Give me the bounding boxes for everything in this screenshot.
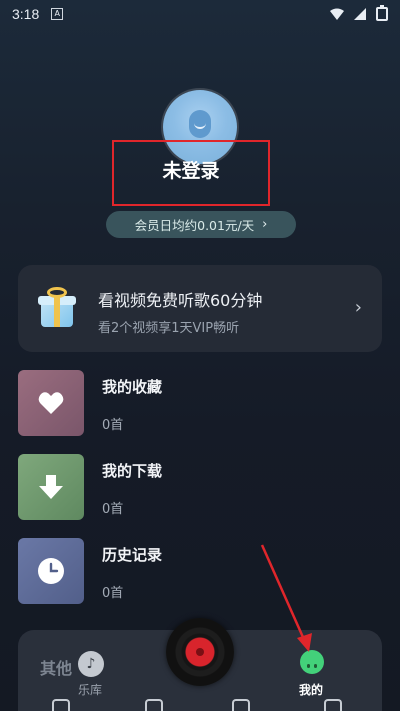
status-time: 3:18 — [12, 6, 40, 22]
mine-tab-icon[interactable] — [300, 650, 324, 674]
chevron-right-icon: › — [262, 217, 268, 232]
gift-icon — [38, 287, 76, 327]
notification-indicator-icon: A — [51, 8, 64, 20]
heart-icon — [38, 392, 64, 414]
list-item-title: 我的收藏 — [102, 378, 163, 396]
signal-icon — [354, 8, 366, 20]
list-item-count: 0首 — [102, 586, 124, 601]
bottom-navigation-bar: 其他 ♪ 乐库 我的 — [18, 618, 382, 711]
list-item-title: 我的下载 — [102, 462, 163, 480]
favorites-thumbnail — [18, 370, 84, 436]
edit-icon[interactable] — [145, 699, 163, 711]
list-item-downloads[interactable]: 我的下载 0首 — [18, 454, 382, 522]
download-arrow-icon — [39, 475, 63, 499]
bookmark-icon[interactable] — [324, 699, 342, 711]
vip-membership-pill[interactable]: 会员日均约0.01元/天 › — [106, 211, 296, 238]
list-item-history[interactable]: 历史记录 0首 — [18, 538, 382, 606]
video-reward-card[interactable]: 看视频免费听歌60分钟 看2个视频享1天VIP畅听 › — [18, 265, 382, 352]
promo-subtitle: 看2个视频享1天VIP畅听 — [98, 321, 240, 336]
music-note-icon[interactable]: ♪ — [78, 651, 104, 677]
history-thumbnail — [18, 538, 84, 604]
status-bar: 3:18 A — [0, 0, 400, 28]
battery-icon — [376, 5, 388, 21]
headphones-icon[interactable] — [52, 699, 70, 711]
info-icon[interactable] — [232, 699, 250, 711]
downloads-thumbnail — [18, 454, 84, 520]
wifi-icon — [330, 8, 344, 20]
vip-pill-label: 会员日均约0.01元/天 — [134, 218, 255, 233]
other-tab-label[interactable]: 其他 — [40, 655, 72, 679]
list-item-title: 历史记录 — [102, 546, 163, 564]
status-icons — [330, 5, 388, 21]
annotation-highlight-box — [112, 140, 270, 206]
chevron-right-icon: › — [354, 297, 362, 318]
promo-title: 看视频免费听歌60分钟 — [98, 291, 263, 310]
vinyl-record-icon[interactable] — [166, 618, 234, 686]
list-item-count: 0首 — [102, 502, 124, 517]
tab-mine-label[interactable]: 我的 — [299, 681, 323, 698]
tab-library-label[interactable]: 乐库 — [78, 681, 102, 698]
list-item-count: 0首 — [102, 418, 124, 433]
list-item-favorites[interactable]: 我的收藏 0首 — [18, 370, 382, 438]
clock-icon — [38, 558, 64, 584]
